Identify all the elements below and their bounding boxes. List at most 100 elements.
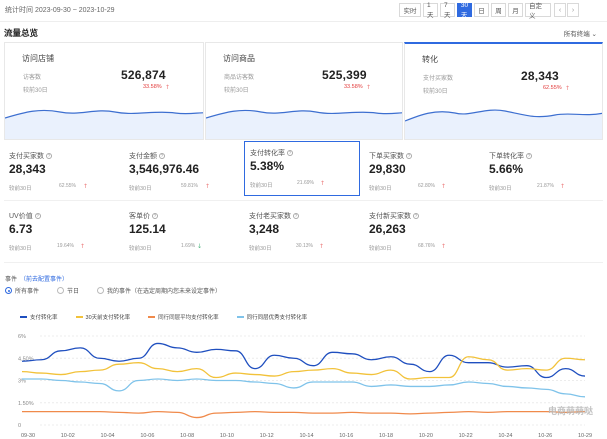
event-filter: 所有事件 节日 我的事件（在选定周期内您未来设定事件） bbox=[5, 286, 231, 295]
x-tick-label: 09-30 bbox=[21, 433, 35, 439]
metric-compare-label: 较前30日 bbox=[489, 186, 512, 192]
period-week[interactable]: 周 bbox=[491, 3, 506, 17]
metric-order-conversion-rate[interactable]: 下单转化率? 5.66% 较前30日 21.87% 🡑 bbox=[484, 145, 600, 200]
configure-events-link[interactable]: （前去配置事件） bbox=[20, 277, 68, 283]
arrow-up-icon: 🡑 bbox=[442, 184, 446, 190]
x-tick-label: 10-26 bbox=[538, 433, 552, 439]
metric-returning-buyers[interactable]: 支付老买家数? 3,248 较前30日 30.13% 🡑 bbox=[244, 205, 360, 260]
card-title: 转化 bbox=[422, 55, 438, 64]
x-tick-label: 10-08 bbox=[180, 433, 194, 439]
period-day[interactable]: 日 bbox=[474, 3, 489, 17]
terminal-filter-dropdown[interactable]: 所有终端 ⌄ bbox=[564, 28, 597, 38]
events-label: 事件 bbox=[5, 277, 18, 283]
section-title: 流量总览 bbox=[4, 28, 39, 38]
radio-icon bbox=[97, 287, 105, 294]
card-conversion[interactable]: 转化 支付买家数 28,343 较前30日 62.55% 🡑 bbox=[404, 42, 603, 140]
info-icon: ? bbox=[526, 153, 532, 160]
metric-pay-amount[interactable]: 支付金额? 3,546,976.46 较前30日 59.81% 🡑 bbox=[124, 145, 240, 200]
period-selector: 实时 1天 7天 30天 日 周 月 自定义 ‹ › bbox=[399, 2, 579, 20]
chart-legend: 支付转化率 30天前支付转化率 同行同层平均支付转化率 同行同层优秀支付转化率 bbox=[20, 313, 325, 321]
metric-title: 客单价? bbox=[129, 213, 158, 220]
metric-title: 支付转化率? bbox=[250, 150, 293, 157]
arrow-up-icon: 🡑 bbox=[166, 85, 170, 91]
metric-compare-label: 较前30日 bbox=[250, 183, 273, 189]
metric-title: UV价值? bbox=[9, 213, 41, 220]
metric-change-percent: 59.81% bbox=[181, 183, 198, 189]
card-change-percent: 33.58% bbox=[344, 84, 363, 90]
metric-compare-label: 较前30日 bbox=[249, 246, 272, 252]
card-compare-label: 较前30日 bbox=[224, 88, 249, 94]
period-realtime[interactable]: 实时 bbox=[399, 3, 421, 17]
info-icon: ? bbox=[159, 153, 165, 160]
prev-period-button[interactable]: ‹ bbox=[554, 3, 566, 17]
metric-change-percent: 19.64% bbox=[57, 243, 74, 249]
card-subtitle: 支付买家数 bbox=[423, 76, 454, 82]
period-custom[interactable]: 自定义 bbox=[525, 3, 551, 20]
arrow-up-icon: 🡑 bbox=[321, 181, 325, 187]
arrow-up-icon: 🡑 bbox=[84, 184, 88, 190]
arrow-up-icon: 🡑 bbox=[561, 184, 565, 190]
legend-item[interactable]: 30天前支付转化率 bbox=[75, 313, 130, 321]
info-icon: ? bbox=[152, 213, 158, 220]
metric-new-buyers[interactable]: 支付新买家数? 26,263 较前30日 68.76% 🡑 bbox=[364, 205, 480, 260]
x-tick-label: 10-24 bbox=[498, 433, 512, 439]
top-bar: 统计时间 2023-09-30 ~ 2023-10-29 实时 1天 7天 30… bbox=[0, 0, 607, 20]
date-range: 统计时间 2023-09-30 ~ 2023-10-29 bbox=[5, 7, 115, 14]
card-value: 28,343 bbox=[521, 69, 559, 83]
radio-icon bbox=[57, 287, 65, 294]
period-month[interactable]: 月 bbox=[508, 3, 523, 17]
x-tick-label: 10-02 bbox=[61, 433, 75, 439]
info-icon: ? bbox=[406, 153, 412, 160]
top-divider bbox=[0, 21, 607, 22]
arrow-down-icon: 🡓 bbox=[198, 244, 202, 250]
metric-title: 支付新买家数? bbox=[369, 213, 419, 220]
y-tick-label: 6% bbox=[18, 334, 26, 340]
period-7days[interactable]: 7天 bbox=[440, 2, 455, 19]
arrow-up-icon: 🡑 bbox=[442, 244, 446, 250]
event-option-all[interactable]: 所有事件 bbox=[5, 286, 39, 295]
x-tick-label: 10-22 bbox=[459, 433, 473, 439]
metric-change-percent: 62.55% bbox=[59, 183, 76, 189]
metric-value: 3,248 bbox=[249, 222, 280, 236]
event-option-mine[interactable]: 我的事件（在选定周期内您未来设定事件） bbox=[97, 286, 221, 295]
metric-pay-conversion-rate[interactable]: 支付转化率? 5.38% 较前30日 21.69% 🡑 bbox=[244, 141, 360, 196]
metric-order-buyers[interactable]: 下单买家数? 29,830 较前30日 62.80% 🡑 bbox=[364, 145, 480, 200]
metrics-divider bbox=[4, 200, 603, 201]
metric-compare-label: 较前30日 bbox=[129, 186, 152, 192]
card-visit-store[interactable]: 访问店铺 访客数 526,874 较前30日 33.58% 🡑 bbox=[4, 42, 204, 140]
metric-compare-label: 较前30日 bbox=[9, 246, 32, 252]
metric-title: 支付老买家数? bbox=[249, 213, 299, 220]
legend-item[interactable]: 同行同层优秀支付转化率 bbox=[236, 313, 307, 321]
legend-item[interactable]: 支付转化率 bbox=[20, 313, 58, 321]
card-compare-label: 较前30日 bbox=[423, 89, 448, 95]
arrow-up-icon: 🡑 bbox=[81, 244, 85, 250]
next-period-button[interactable]: › bbox=[567, 3, 579, 17]
metrics-divider bbox=[4, 262, 603, 263]
legend-item[interactable]: 同行同层平均支付转化率 bbox=[148, 313, 219, 321]
period-1day[interactable]: 1天 bbox=[423, 2, 438, 19]
card-title: 访问店铺 bbox=[22, 54, 54, 63]
metric-compare-label: 较前30日 bbox=[9, 186, 32, 192]
metric-uv-value[interactable]: UV价值? 6.73 较前30日 19.64% 🡑 bbox=[4, 205, 120, 260]
period-30days[interactable]: 30天 bbox=[457, 2, 472, 19]
metric-avg-order-value[interactable]: 客单价? 125.14 较前30日 1.69% 🡓 bbox=[124, 205, 240, 260]
metric-change-percent: 21.87% bbox=[537, 183, 554, 189]
x-tick-label: 10-18 bbox=[379, 433, 393, 439]
series-line bbox=[22, 378, 586, 398]
info-icon: ? bbox=[34, 213, 41, 220]
legend-swatch bbox=[236, 316, 244, 318]
x-tick-label: 10-12 bbox=[260, 433, 274, 439]
arrow-up-icon: 🡑 bbox=[367, 85, 371, 91]
x-tick-label: 10-04 bbox=[101, 433, 115, 439]
legend-swatch bbox=[75, 316, 83, 318]
metric-title: 支付金额? bbox=[129, 153, 165, 160]
watermark: 电商萌萌哒 bbox=[547, 406, 593, 416]
metric-value: 5.66% bbox=[489, 162, 524, 176]
metric-value: 125.14 bbox=[129, 222, 166, 236]
y-tick-label: 0 bbox=[18, 423, 21, 429]
metric-pay-buyers[interactable]: 支付买家数? 28,343 较前30日 62.55% 🡑 bbox=[4, 145, 120, 200]
metric-title: 支付买家数? bbox=[9, 153, 52, 160]
metric-compare-label: 较前30日 bbox=[129, 246, 152, 252]
card-visit-product[interactable]: 访问商品 商品访客数 525,399 较前30日 33.58% 🡑 bbox=[205, 42, 403, 140]
event-option-holiday[interactable]: 节日 bbox=[57, 286, 79, 295]
